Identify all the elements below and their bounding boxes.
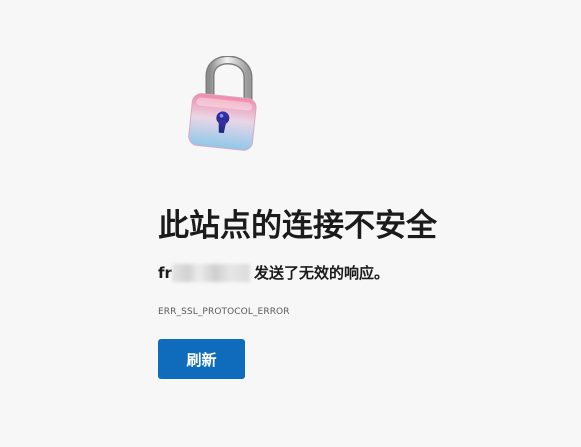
page-title: 此站点的连接不安全 — [158, 208, 437, 244]
domain-name: fr — [158, 263, 172, 282]
redacted-domain — [171, 263, 250, 282]
reload-button[interactable]: 刷新 — [158, 339, 245, 379]
error-code: ERR_SSL_PROTOCOL_ERROR — [158, 307, 290, 317]
error-page: 此站点的连接不安全 fr 发送了无效的响应。 ERR_SSL_PROTOCOL_… — [0, 0, 581, 447]
unlocked-padlock-icon — [188, 56, 257, 151]
error-message: fr 发送了无效的响应。 — [158, 262, 389, 283]
error-message-text: 发送了无效的响应。 — [253, 264, 389, 282]
